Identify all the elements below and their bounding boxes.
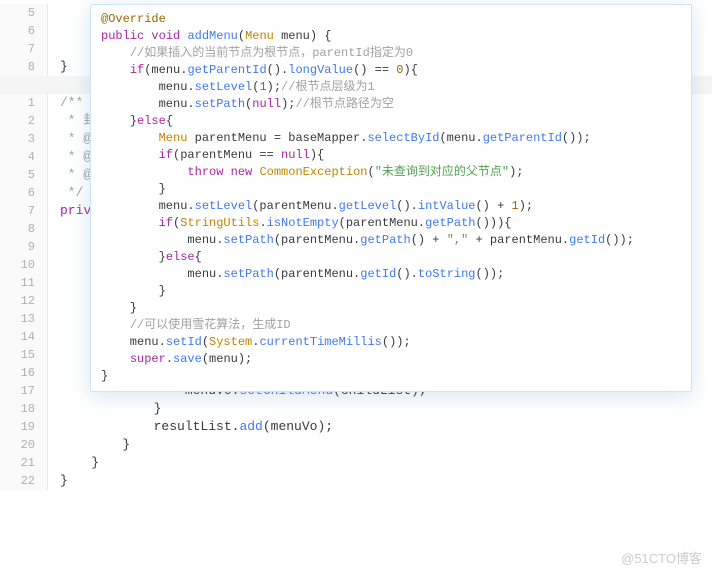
line-number: 8 [0,58,48,76]
popup-code-line: } [101,368,681,385]
popup-code-line: }else{ [101,113,681,130]
line-number: 12 [0,292,48,310]
line-number: 7 [0,202,48,220]
code-content[interactable] [48,274,60,292]
code-content[interactable]: * @ [48,130,91,148]
code-line[interactable]: 19 resultList.add(menuVo); [0,418,712,436]
popup-code-line: } [101,300,681,317]
code-line[interactable]: 20 } [0,436,712,454]
code-content[interactable]: } [48,58,68,76]
popup-code-line: super.save(menu); [101,351,681,368]
line-number: 10 [0,256,48,274]
code-content[interactable]: } [48,454,99,472]
line-number: 6 [0,184,48,202]
line-number: 19 [0,418,48,436]
popup-code-line: if(parentMenu == null){ [101,147,681,164]
code-content[interactable]: resultList.add(menuVo); [48,418,333,436]
code-editor[interactable]: 56 L7 r8} 1/**2 * 封3 * @4 * @5 * @6 */7p… [0,0,712,575]
popup-code-line: menu.setId(System.currentTimeMillis()); [101,334,681,351]
line-number: 20 [0,436,48,454]
code-line[interactable]: 18 } [0,400,712,418]
popup-code-line: menu.setPath(parentMenu.getPath() + "," … [101,232,681,249]
line-number: 4 [0,148,48,166]
code-content[interactable] [48,292,60,310]
line-number: 15 [0,346,48,364]
line-number: 1 [0,94,48,112]
line-number: 21 [0,454,48,472]
popup-code-line: Menu parentMenu = baseMapper.selectById(… [101,130,681,147]
line-number: 3 [0,130,48,148]
line-number: 14 [0,328,48,346]
code-tooltip-popup: @Overridepublic void addMenu(Menu menu) … [90,4,692,392]
code-content[interactable]: /** [48,94,83,112]
popup-code-line: //可以使用雪花算法，生成ID [101,317,681,334]
line-number: 16 [0,364,48,382]
code-content[interactable]: } [48,472,68,490]
popup-code-line: menu.setLevel(parentMenu.getLevel().intV… [101,198,681,215]
line-number: 5 [0,166,48,184]
popup-code-line: }else{ [101,249,681,266]
code-content[interactable]: */ [48,184,83,202]
line-number: 22 [0,472,48,490]
code-content[interactable]: } [48,400,161,418]
line-number: 6 [0,22,48,40]
line-number: 2 [0,112,48,130]
code-content[interactable]: * @ [48,166,91,184]
code-content[interactable] [48,238,60,256]
line-number: 9 [0,238,48,256]
code-content[interactable] [48,4,60,22]
code-line[interactable]: 22} [0,472,712,490]
popup-code-line: public void addMenu(Menu menu) { [101,28,681,45]
popup-code-line: if(menu.getParentId().longValue() == 0){ [101,62,681,79]
line-number: 13 [0,310,48,328]
code-line[interactable]: 21 } [0,454,712,472]
popup-code-line: throw new CommonException("未查询到对应的父节点"); [101,164,681,181]
watermark: @51CTO博客 [621,548,702,567]
popup-code-line: } [101,283,681,300]
line-number: 11 [0,274,48,292]
line-number: 8 [0,220,48,238]
popup-code-line: if(StringUtils.isNotEmpty(parentMenu.get… [101,215,681,232]
popup-code-line: menu.setPath(parentMenu.getId().toString… [101,266,681,283]
popup-code-line: } [101,181,681,198]
popup-code-line: @Override [101,11,681,28]
line-number: 5 [0,4,48,22]
code-content[interactable]: * @ [48,148,91,166]
code-content[interactable] [48,256,60,274]
code-content[interactable]: } [48,436,130,454]
line-number: 17 [0,382,48,400]
line-number: 7 [0,40,48,58]
code-content[interactable] [48,220,60,238]
popup-code-line: //如果插入的当前节点为根节点，parentId指定为0 [101,45,681,62]
line-number: 18 [0,400,48,418]
popup-code-line: menu.setPath(null);//根节点路径为空 [101,96,681,113]
popup-code-line: menu.setLevel(1);//根节点层级为1 [101,79,681,96]
